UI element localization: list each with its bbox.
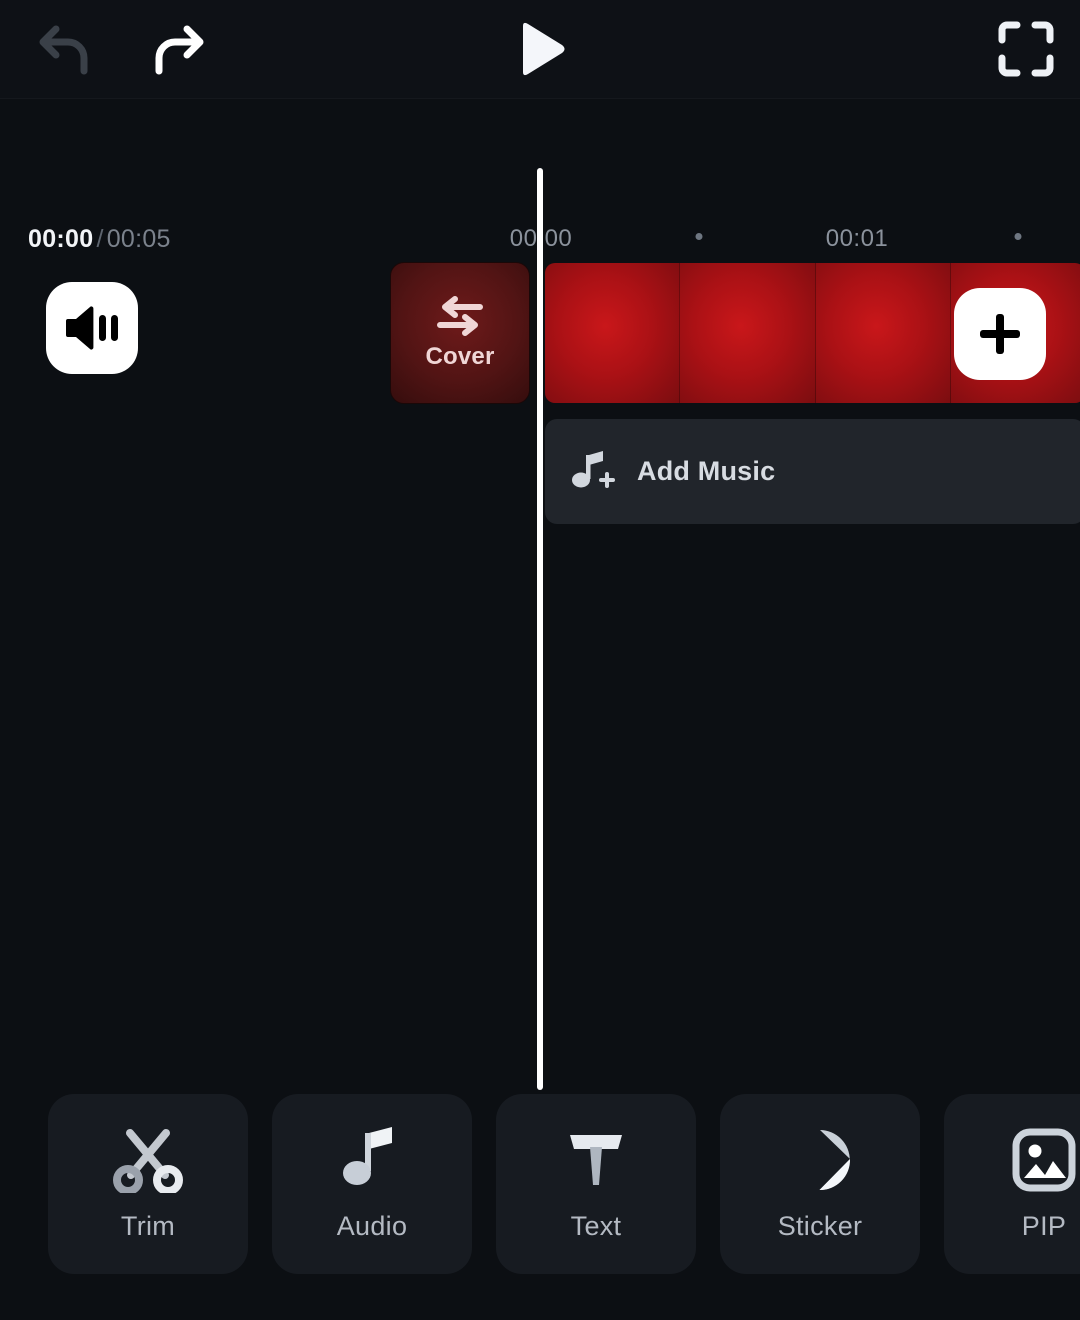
clip-thumbnail[interactable]	[815, 263, 951, 403]
scissors-icon	[113, 1127, 183, 1193]
clip-thumbnail[interactable]	[545, 263, 681, 403]
tool-label: Trim	[120, 1210, 176, 1241]
ruler-tick-label: 00:01	[825, 225, 889, 252]
undo-icon	[39, 25, 87, 75]
cover-label: Cover	[425, 343, 495, 370]
ruler-tick-dot	[1014, 233, 1022, 240]
sticker-icon	[788, 1127, 852, 1193]
plus-icon	[980, 314, 1020, 354]
add-clip-button[interactable]	[954, 288, 1046, 380]
fullscreen-icon	[998, 21, 1054, 77]
current-time: 00:00	[28, 225, 94, 253]
timeline-ruler[interactable]: 00:00/00:05 00:00 00:01	[0, 99, 1080, 253]
tool-label: Text	[570, 1210, 622, 1241]
playhead[interactable]	[537, 168, 543, 1090]
swap-arrows-icon	[437, 296, 483, 336]
tool-sticker-button[interactable]: Sticker	[720, 1094, 920, 1274]
top-bar	[0, 0, 1080, 99]
tool-audio-button[interactable]: Audio	[272, 1094, 472, 1274]
fullscreen-button[interactable]	[993, 17, 1059, 81]
redo-button[interactable]	[140, 15, 215, 85]
add-music-label: Add Music	[637, 456, 776, 486]
speaker-volume-icon	[66, 306, 118, 350]
tool-trim-button[interactable]: Trim	[48, 1094, 248, 1274]
time-separator: /	[96, 225, 104, 253]
clip-thumbnail[interactable]	[680, 263, 816, 403]
tool-label: Audio	[336, 1210, 408, 1241]
tool-text-button[interactable]: Text	[496, 1094, 696, 1274]
tool-label: Sticker	[777, 1210, 863, 1241]
text-t-icon	[565, 1127, 627, 1193]
total-time: 00:05	[106, 225, 171, 253]
cover-button[interactable]: Cover	[390, 262, 530, 404]
redo-icon	[155, 25, 203, 75]
tool-label: PIP	[1021, 1210, 1067, 1241]
bottom-toolbar: Trim Audio Text Sticker PIP	[0, 1090, 1080, 1320]
music-note-icon	[342, 1126, 402, 1193]
play-button[interactable]	[505, 14, 577, 84]
undo-button[interactable]	[27, 15, 102, 85]
tool-pip-button[interactable]: PIP	[944, 1094, 1080, 1274]
picture-in-picture-icon	[1012, 1127, 1076, 1193]
ruler-tick-dot	[695, 233, 703, 240]
add-music-button[interactable]: Add Music	[545, 419, 1080, 524]
video-editor-screen: 00:00/00:05 00:00 00:01 Cover	[0, 0, 1080, 1320]
time-readout: 00:00/00:05	[28, 225, 171, 254]
music-note-plus-icon	[572, 450, 615, 488]
volume-button[interactable]	[46, 282, 138, 374]
play-icon	[523, 22, 565, 76]
